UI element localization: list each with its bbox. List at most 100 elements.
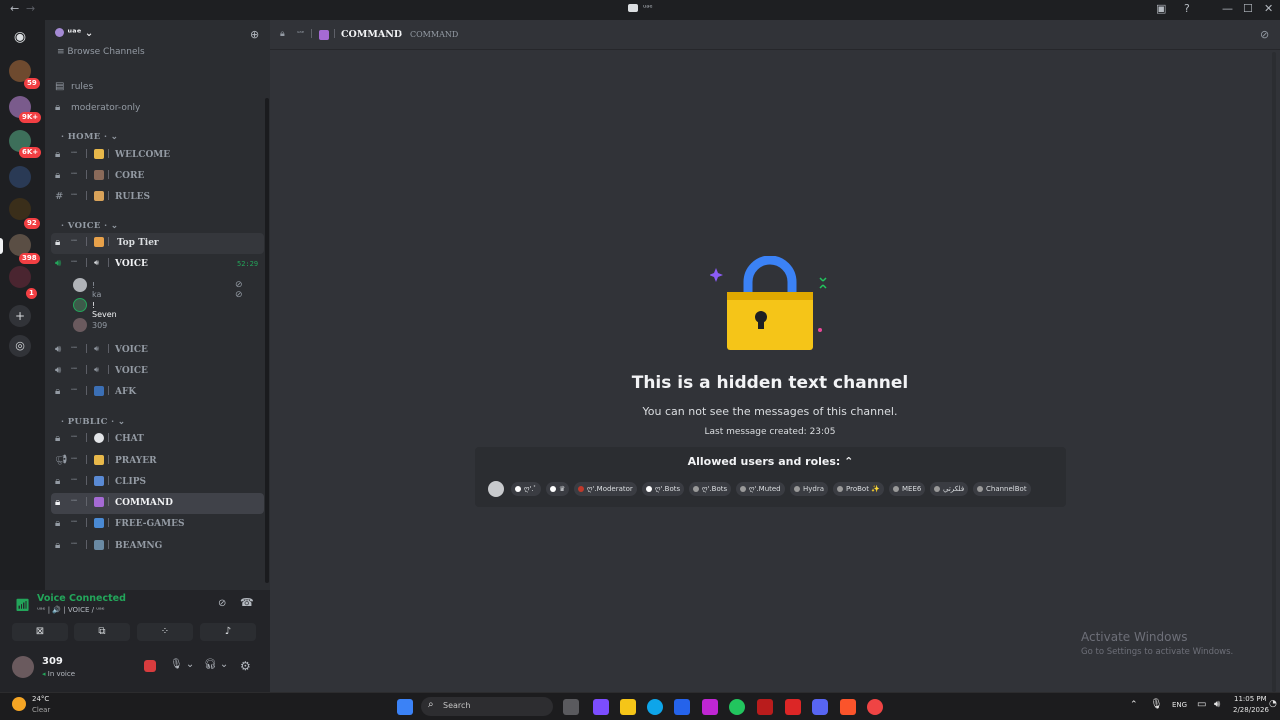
activate-windows-title: Activate Windows (1081, 630, 1188, 644)
chrome-icon[interactable] (729, 699, 745, 715)
allowed-roles-toggle[interactable]: Allowed users and roles: ⌃ (475, 455, 1066, 468)
help-icon[interactable]: ? (1184, 2, 1190, 15)
channel-voice-2[interactable]: 🔊︎ ᵘᵃᵉ | 🔊︎ | VOICE (51, 340, 264, 361)
voice-status[interactable]: Voice Connected (37, 593, 126, 604)
windows-start-icon[interactable] (397, 699, 413, 715)
clock-time[interactable]: 11:05 PM (1234, 695, 1267, 703)
taskbar-search[interactable]: ⌕ Search (421, 697, 553, 716)
app-icon[interactable] (785, 699, 801, 715)
server-icon[interactable] (9, 198, 31, 220)
add-server-icon[interactable]: + (9, 305, 31, 327)
role-chip[interactable]: ღ'.Bots (642, 482, 685, 496)
activate-windows-subtitle: Go to Settings to activate Windows. (1081, 647, 1234, 657)
channel-afk[interactable]: 🔒︎ ᵘᵃᵉ | | AFK (51, 382, 264, 403)
camera-off-button[interactable]: ⊠ (12, 623, 68, 641)
channel-top-tier[interactable]: 🔒︎ ᵘᵃᵉ | | Top Tier (51, 233, 264, 254)
category-public[interactable]: · PUBLIC · ⌄ (61, 417, 125, 427)
role-chip[interactable]: Hydra (790, 482, 829, 496)
channel-moderator-only[interactable]: 🔒︎ moderator-only (51, 98, 264, 119)
channel-name: VOICE (115, 345, 148, 355)
role-name: ღ'.Bots (702, 485, 728, 493)
channel-command-selected[interactable]: 🔒︎ ᵘᵃᵉ | | COMMAND (51, 493, 264, 514)
sidebar-scrollbar[interactable] (265, 98, 269, 583)
settings-gear-icon[interactable]: ⚙ (240, 659, 251, 673)
back-arrow-icon[interactable]: ← (10, 2, 19, 15)
channel-beamng[interactable]: 🔒︎ ᵘᵃᵉ | | BEAMNG (51, 536, 264, 557)
store-icon[interactable] (674, 699, 690, 715)
channel-free-games[interactable]: 🔒︎ ᵘᵃᵉ | | FREE-GAMES (51, 514, 264, 535)
tray-mic-icon[interactable]: 🎙︎ (1150, 699, 1163, 710)
forward-arrow-icon[interactable]: → (26, 2, 35, 15)
file-explorer-icon[interactable] (620, 699, 636, 715)
server-icon[interactable] (9, 266, 31, 288)
weather-sun-icon[interactable] (12, 697, 26, 711)
channel-voice-active[interactable]: 🔊︎ ᵘᵃᵉ | 🔊︎ | VOICE 52:29 (51, 254, 264, 275)
brave-icon[interactable] (840, 699, 856, 715)
discord-taskbar-icon[interactable] (812, 699, 828, 715)
app-icon[interactable] (757, 699, 773, 715)
notification-bell-icon[interactable]: ◔ (1269, 699, 1277, 709)
role-chip[interactable]: MEE6 (889, 482, 926, 496)
role-chip[interactable]: ღ'.Moderator (574, 482, 637, 496)
role-chip[interactable]: ღ'.Bots (689, 482, 732, 496)
channel-chat[interactable]: 🔒︎ ᵘᵃᵉ | | CHAT (51, 429, 264, 450)
inbox-icon[interactable]: ▣ (1156, 2, 1166, 15)
search-label: Search (443, 701, 471, 710)
server-folder-4[interactable] (9, 166, 31, 188)
category-home[interactable]: · HOME · ⌄ (61, 132, 118, 142)
disconnect-icon[interactable]: ☎ (240, 596, 254, 609)
invite-people-icon[interactable]: ⊕ (250, 28, 259, 41)
channel-rules[interactable]: ▤ rules (51, 77, 264, 98)
channel-welcome[interactable]: 🔒︎ ᵘᵃᵉ | | WELCOME (51, 145, 264, 166)
network-icon[interactable]: ▭ (1197, 699, 1206, 710)
role-chip[interactable]: ♛ (546, 482, 570, 496)
clock-date[interactable]: 2/28/2026 (1233, 706, 1269, 714)
unread-badge: 398 (19, 253, 40, 264)
explore-compass-icon[interactable]: ◎ (9, 335, 31, 357)
role-chip[interactable]: ProBot ✨ (833, 482, 884, 496)
role-chip[interactable]: فلكرتي (930, 482, 969, 496)
language-indicator[interactable]: ENG (1172, 701, 1187, 709)
channel-prefix: ᵘᵃᵉ (71, 388, 78, 394)
channel-sidebar: ᵘᵃᵉ ⌄ ⊕ ≡ Browse Channels ▤ rules 🔒︎ mod… (45, 20, 270, 590)
role-chip[interactable]: ღ'.ﾟ (511, 482, 542, 496)
channel-voice-3[interactable]: 🔊︎ ᵘᵃᵉ | 🔊︎ | VOICE (51, 361, 264, 382)
home-discord-icon[interactable]: ◉ (9, 26, 31, 48)
task-view-icon[interactable] (563, 699, 579, 715)
soundboard-button[interactable]: ♪ (200, 623, 256, 641)
main-scrollbar[interactable] (1272, 52, 1276, 692)
channel-prefix: ᵘᵃᵉ (71, 542, 78, 548)
copilot-icon[interactable] (593, 699, 609, 715)
threads-off-icon[interactable]: ⊘ (1260, 28, 1269, 41)
browse-icon: ≡ (57, 47, 65, 57)
voice-channel-path[interactable]: ᵘᵃᵉ | 🔊 | VOICE / ᵘᵃᵉ (37, 606, 105, 614)
volume-icon[interactable]: 🔊︎ (1214, 699, 1220, 710)
lock-icon: 🔒︎ (280, 29, 285, 39)
game-controller-icon[interactable] (144, 660, 156, 672)
maximize-button[interactable]: ☐ (1243, 2, 1253, 15)
user-avatar[interactable] (488, 481, 504, 497)
server-header[interactable]: ᵘᵃᵉ ⌄ (55, 28, 93, 39)
app-icon[interactable] (702, 699, 718, 715)
channel-rules-text[interactable]: # ᵘᵃᵉ | | RULES (51, 187, 264, 208)
microphone-icon[interactable]: 🎙︎ ⌄ (170, 659, 194, 670)
app-icon[interactable] (867, 699, 883, 715)
channel-prayer[interactable]: 📢︎ ᵘᵃᵉ | | PRAYER (51, 451, 264, 472)
channel-core[interactable]: 🔒︎ ᵘᵃᵉ | | CORE (51, 166, 264, 187)
headphones-icon[interactable]: 🎧︎ ⌄ (204, 659, 228, 670)
avatar[interactable] (12, 656, 34, 678)
browse-channels[interactable]: ≡ Browse Channels (57, 47, 145, 57)
activities-button[interactable]: ⁘ (137, 623, 193, 641)
minimize-button[interactable]: — (1222, 2, 1233, 15)
edge-icon[interactable] (647, 699, 663, 715)
channel-prefix: ᵘᵃᵉ (71, 478, 78, 484)
category-voice[interactable]: · VOICE · ⌄ (61, 221, 118, 231)
noise-suppression-icon[interactable]: ⊘ (218, 598, 226, 609)
role-chip[interactable]: ChannelBot (973, 482, 1031, 496)
tray-chevron-icon[interactable]: ⌃ (1130, 700, 1138, 710)
close-button[interactable]: ✕ (1264, 2, 1273, 15)
channel-clips[interactable]: 🔒︎ ᵘᵃᵉ | | CLIPS (51, 472, 264, 493)
role-chip[interactable]: ღ'.Muted (736, 482, 785, 496)
screen-share-button[interactable]: ⧉ (74, 623, 130, 641)
announcement-icon: 📢︎ (55, 455, 68, 466)
